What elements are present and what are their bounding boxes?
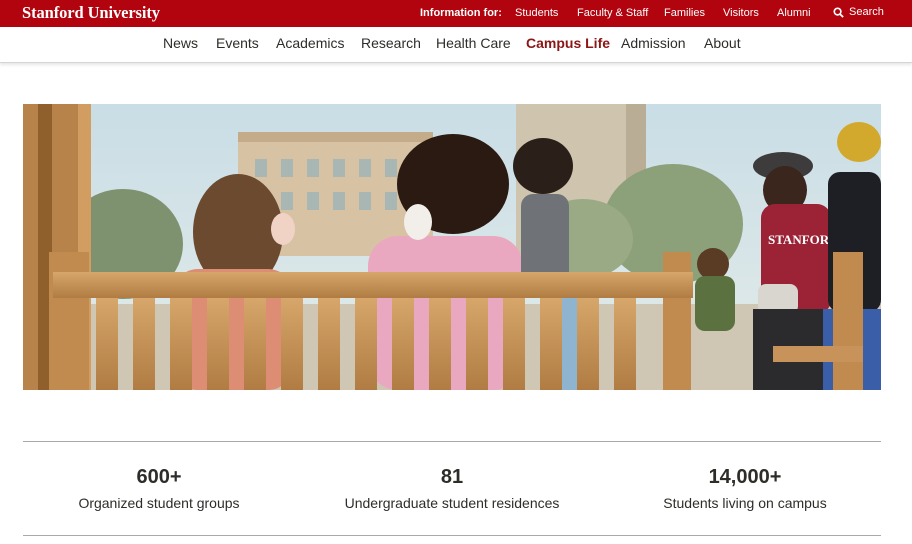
search-label: Search [849, 6, 884, 18]
audience-link-students[interactable]: Students [515, 7, 558, 19]
stat-label-residences: Undergraduate student residences [344, 495, 560, 511]
main-navigation: News Events Academics Research Health Ca… [0, 27, 912, 63]
svg-text:STANFOR: STANFOR [768, 232, 830, 247]
nav-item-health-care[interactable]: Health Care [436, 35, 511, 51]
audience-link-visitors[interactable]: Visitors [723, 7, 759, 19]
audience-link-faculty-staff[interactable]: Faculty & Staff [577, 7, 648, 19]
nav-item-about[interactable]: About [704, 35, 741, 51]
stat-label-students-on-campus: Students living on campus [663, 495, 827, 511]
nav-item-events[interactable]: Events [216, 35, 259, 51]
stat-label-student-groups: Organized student groups [78, 495, 240, 511]
stats-divider-top [23, 441, 881, 442]
nav-item-research[interactable]: Research [361, 35, 421, 51]
nav-item-admission[interactable]: Admission [621, 35, 686, 51]
information-for-label: Information for: [420, 7, 502, 19]
stat-number-student-groups: 600+ [136, 466, 182, 488]
stats-divider-bottom [23, 535, 881, 536]
stat-number-residences: 81 [440, 466, 464, 488]
search-button[interactable]: Search [833, 6, 884, 18]
search-icon [833, 6, 844, 18]
stanford-logo[interactable]: Stanford University [22, 3, 160, 23]
audience-link-alumni[interactable]: Alumni [777, 7, 811, 19]
hero-image: STANFOR [23, 104, 881, 390]
nav-item-news[interactable]: News [163, 35, 198, 51]
nav-item-campus-life[interactable]: Campus Life [526, 35, 610, 51]
stat-number-students-on-campus: 14,000+ [708, 466, 782, 488]
audience-link-families[interactable]: Families [664, 7, 705, 19]
nav-item-academics[interactable]: Academics [276, 35, 344, 51]
utility-bar: Stanford University Information for: Stu… [0, 0, 912, 27]
